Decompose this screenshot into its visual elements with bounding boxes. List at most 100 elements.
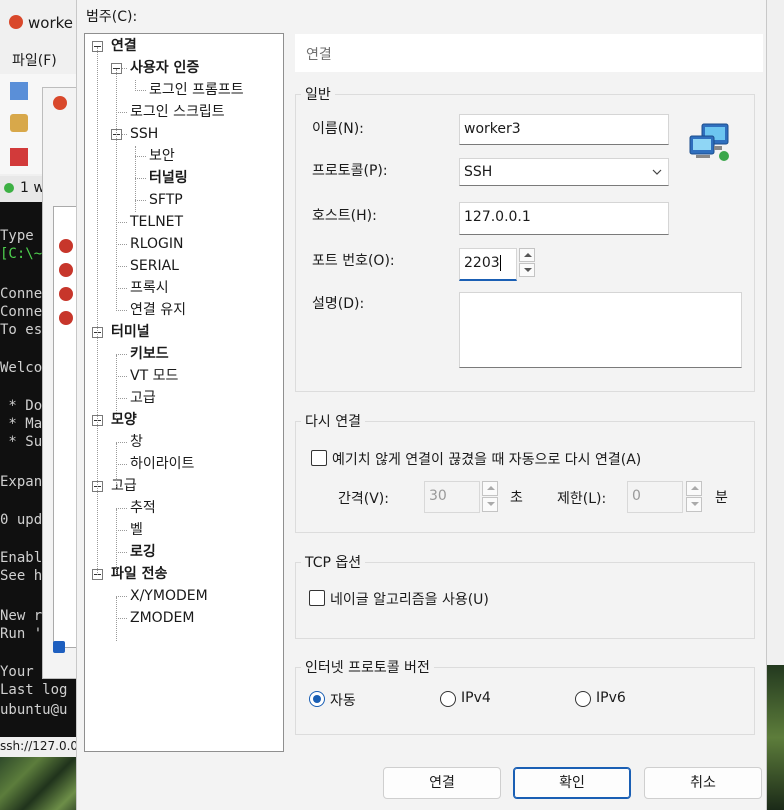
tree-item[interactable]: SFTP <box>149 190 183 210</box>
tree-item[interactable]: 하이라이트 <box>130 454 194 474</box>
interval-down-icon[interactable] <box>482 497 498 512</box>
interval-up-icon[interactable] <box>482 481 498 496</box>
panel-header: 연결 <box>295 34 763 72</box>
background-title-bar: worke <box>0 0 84 44</box>
limit-up-icon[interactable] <box>686 481 702 496</box>
port-up-icon[interactable] <box>519 248 535 262</box>
category-tree[interactable]: 연결 사용자 인증 로그인 프롬프트 로그인 스크립트 SSH 보안 터널링 SFTP TELN… <box>84 33 284 752</box>
tree-connector <box>116 508 127 509</box>
terminal-line: 0 upd <box>0 512 43 528</box>
tree-item[interactable]: 연결 유지 <box>130 300 186 320</box>
limit-stepper[interactable] <box>686 481 702 513</box>
tree-item[interactable]: SSH <box>130 124 158 144</box>
tree-connector <box>116 509 117 575</box>
tree-item[interactable]: 고급 <box>130 388 156 408</box>
tree-item[interactable]: 보안 <box>149 146 175 166</box>
nagle-checkbox[interactable] <box>309 590 325 606</box>
ipv4-radio[interactable] <box>440 691 456 707</box>
tree-item[interactable]: 창 <box>130 432 143 452</box>
ipv6-label[interactable]: IPv6 <box>596 690 626 706</box>
ok-button[interactable]: 확인 <box>513 767 631 799</box>
interval-input[interactable]: 30 <box>424 481 480 513</box>
ipv4-label[interactable]: IPv4 <box>461 690 491 706</box>
tree-item[interactable]: 로그인 프롬프트 <box>149 80 244 100</box>
interval-stepper[interactable] <box>482 481 498 513</box>
reconnect-group <box>295 421 755 533</box>
tree-item[interactable]: 파일 전송 <box>111 564 167 584</box>
cancel-button[interactable]: 취소 <box>644 767 762 799</box>
limit-input[interactable]: 0 <box>627 481 683 513</box>
menu-file[interactable]: 파일(F) <box>12 50 57 70</box>
tree-item[interactable]: 터널링 <box>149 168 188 188</box>
tree-item[interactable]: 프록시 <box>130 278 169 298</box>
name-input[interactable]: worker3 <box>459 114 669 145</box>
tree-connector <box>116 618 127 619</box>
protocol-select[interactable]: SSH <box>459 158 669 186</box>
ip-auto-radio[interactable] <box>309 691 325 707</box>
tree-item[interactable]: 연결 <box>111 36 137 56</box>
tree-item[interactable]: 사용자 인증 <box>130 58 199 78</box>
tree-connector <box>116 398 127 399</box>
tree-item[interactable]: 추적 <box>130 498 156 518</box>
tree-item[interactable]: VT 모드 <box>130 366 178 386</box>
tree-connector <box>116 443 117 487</box>
interval-label: 간격(V): <box>338 491 389 507</box>
tree-connector <box>116 69 117 311</box>
session-icon <box>59 287 73 301</box>
properties-icon[interactable] <box>10 148 28 166</box>
limit-down-icon[interactable] <box>686 497 702 512</box>
auto-reconnect-label[interactable]: 예기치 않게 연결이 끊겼을 때 자동으로 다시 연결(A) <box>332 449 641 469</box>
tree-item[interactable]: 터미널 <box>111 322 150 342</box>
general-group-label: 일반 <box>301 84 335 104</box>
tree-item[interactable]: 고급 <box>111 476 137 496</box>
tree-connector <box>116 442 127 443</box>
auto-reconnect-checkbox[interactable] <box>311 450 327 466</box>
tree-item[interactable]: TELNET <box>130 212 183 232</box>
ip-version-group <box>295 667 755 735</box>
tree-connector <box>135 146 136 212</box>
tree-connector <box>135 200 146 201</box>
tree-item[interactable]: 로깅 <box>130 542 156 562</box>
terminal-line: Enabl <box>0 550 43 566</box>
host-input[interactable]: 127.0.0.1 <box>459 202 669 235</box>
limit-unit: 분 <box>715 490 728 506</box>
app-logo-icon <box>9 15 23 29</box>
description-input[interactable] <box>459 292 742 368</box>
terminal-line: New r <box>0 608 43 624</box>
terminal-line: See h <box>0 568 43 584</box>
panel-title: 연결 <box>306 47 332 63</box>
tree-item[interactable]: 키보드 <box>130 344 169 364</box>
tree-connector <box>116 552 127 553</box>
checked-checkbox-icon[interactable] <box>53 641 65 653</box>
tree-item[interactable]: ZMODEM <box>130 608 194 628</box>
tree-connector <box>135 178 146 179</box>
tree-connector <box>135 156 146 157</box>
tree-item[interactable]: 벨 <box>130 520 143 540</box>
session-icon <box>59 239 73 253</box>
tree-item[interactable]: 로그인 스크립트 <box>130 102 225 122</box>
lock-icon[interactable] <box>10 114 28 132</box>
tree-connector <box>116 310 127 311</box>
nagle-label[interactable]: 네이글 알고리즘을 사용(U) <box>330 589 489 609</box>
tree-item[interactable]: RLOGIN <box>130 234 184 254</box>
background-app-window: worke 파일(F) 1 w Type [C:\~ Conne Conne T… <box>0 0 84 810</box>
host-label: 호스트(H): <box>312 208 377 224</box>
port-input[interactable]: 2203 <box>459 248 517 281</box>
tree-item[interactable]: X/YMODEM <box>130 586 208 606</box>
desktop-wallpaper <box>0 757 84 810</box>
tree-connector <box>116 596 127 597</box>
port-stepper[interactable] <box>519 248 535 278</box>
tree-item[interactable]: SERIAL <box>130 256 179 276</box>
terminal-line: [C:\~ <box>0 246 43 262</box>
tree-connector <box>116 354 127 355</box>
port-down-icon[interactable] <box>519 263 535 277</box>
tree-item[interactable]: 모양 <box>111 410 137 430</box>
connect-button[interactable]: 연결 <box>383 767 501 799</box>
tree-connector <box>97 47 98 575</box>
ip-auto-label[interactable]: 자동 <box>330 690 356 710</box>
ipv6-radio[interactable] <box>575 691 591 707</box>
new-session-icon[interactable] <box>10 82 28 100</box>
terminal-line: Conne <box>0 304 43 320</box>
chevron-down-icon <box>652 169 662 175</box>
tree-connector <box>116 597 117 641</box>
